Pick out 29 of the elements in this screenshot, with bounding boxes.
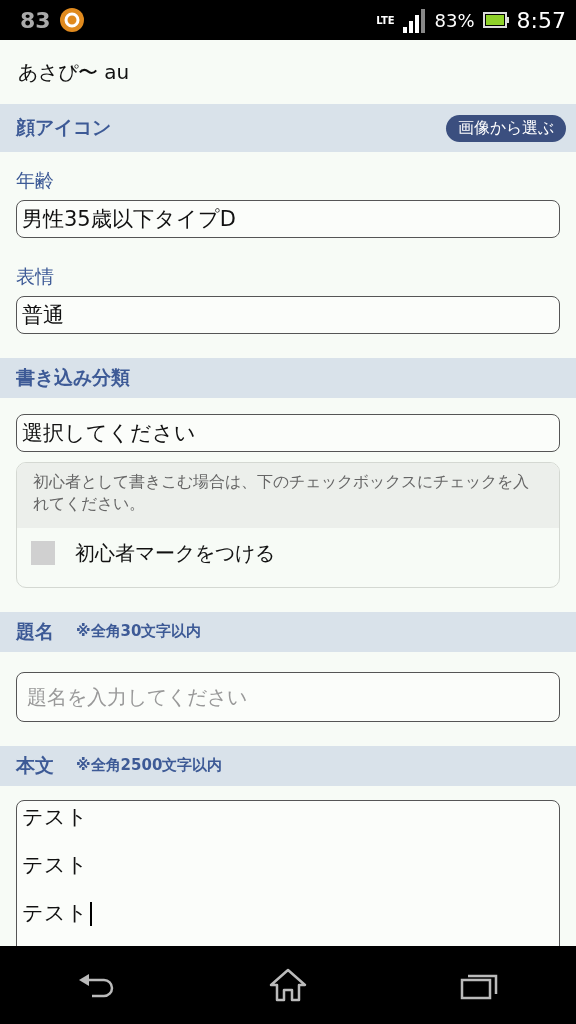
body-text-line: テスト — [22, 898, 92, 927]
title-input[interactable]: 題名を入力してください — [16, 671, 560, 722]
checkbox-label[interactable]: 初心者マークをつける — [75, 539, 275, 567]
notification-count: 83 — [20, 7, 51, 33]
field-label: 年齢 — [15, 168, 55, 193]
checkbox[interactable] — [31, 541, 55, 566]
body-text-line: テスト — [22, 851, 88, 879]
field-label: 表情 — [15, 264, 55, 289]
home-icon — [268, 967, 308, 1003]
section-title: 書き込み分類 — [16, 365, 130, 390]
battery-percent: 83% — [434, 9, 475, 31]
section-title: 題名 — [16, 618, 54, 644]
body-text-line: テスト — [22, 803, 88, 831]
select-field[interactable]: 男性35歳以下タイプD — [16, 200, 560, 238]
select-field[interactable]: 選択してください — [16, 414, 560, 452]
section-title: 顔アイコン — [16, 115, 111, 140]
signal-icon — [402, 7, 427, 33]
notice-text: 初心者として書きこむ場合は、下のチェックボックスにチェックを入れてください。 — [17, 463, 559, 528]
select-field[interactable]: 普通 — [16, 296, 560, 334]
section-title: 本文 — [16, 752, 54, 778]
network-type: LTE — [376, 14, 395, 26]
limit-note: ※全角2500文字以内 — [76, 756, 223, 776]
app-notification-icon — [58, 7, 85, 33]
clock: 8:57 — [516, 7, 566, 33]
choose-image-button[interactable]: 画像から選ぶ — [446, 114, 566, 142]
body-textarea[interactable]: テスト テスト テスト — [16, 799, 560, 946]
user-name: あさぴ〜 au — [17, 58, 131, 86]
limit-note: ※全角30文字以内 — [76, 622, 202, 642]
battery-icon — [482, 12, 509, 28]
